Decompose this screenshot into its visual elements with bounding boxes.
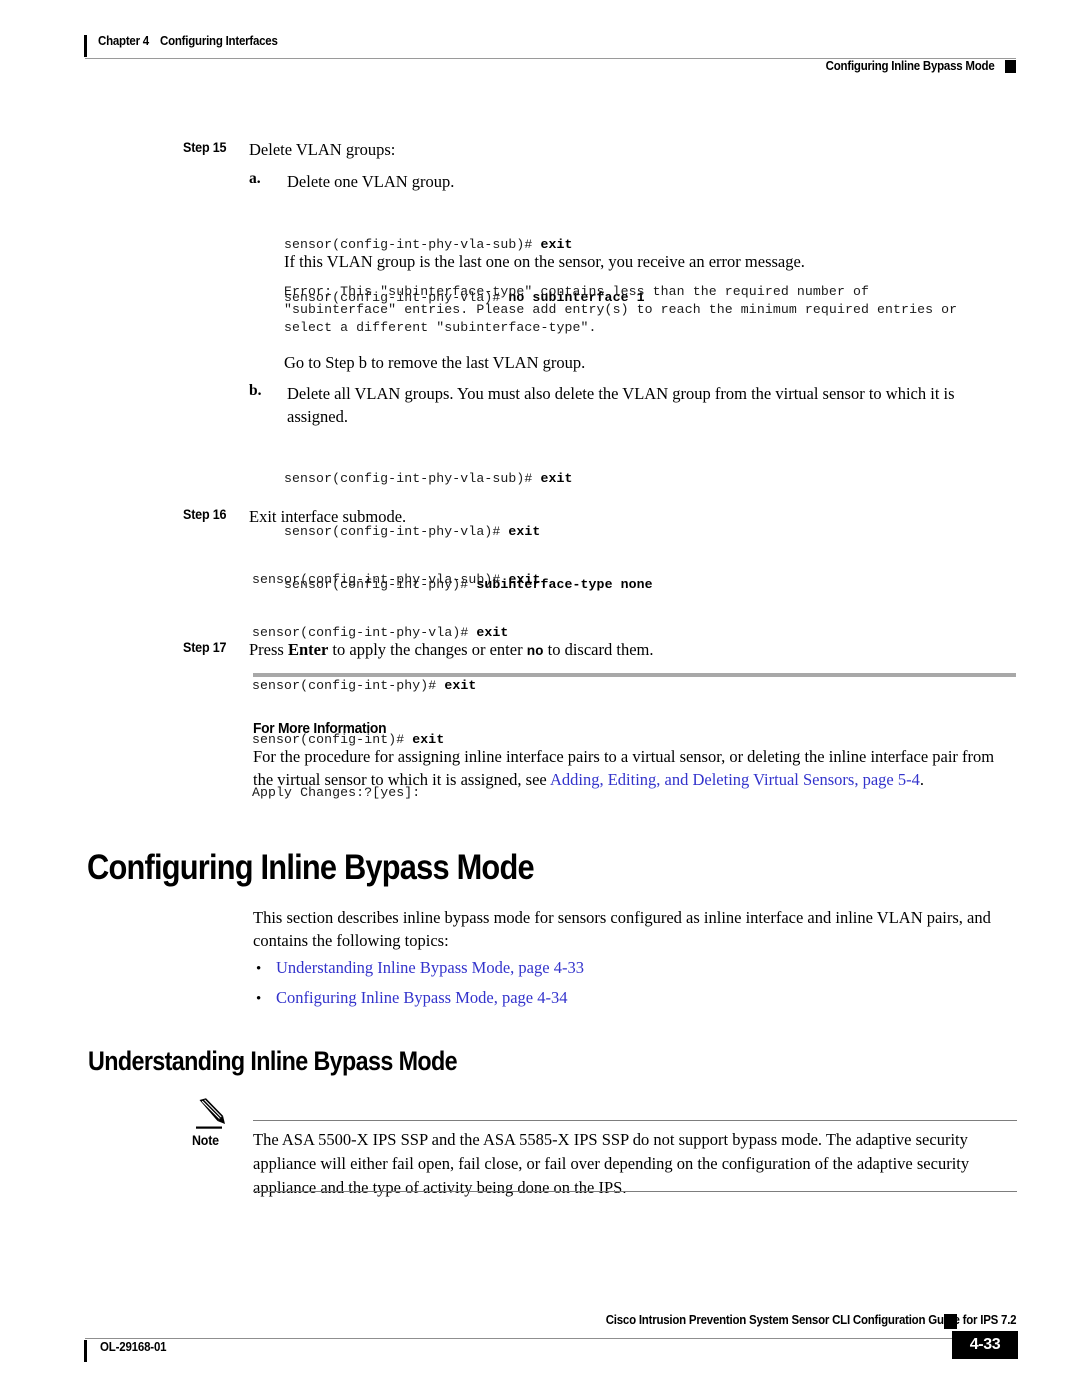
note-pencil-icon <box>196 1098 232 1130</box>
step-16-text: Exit interface submode. <box>249 507 407 526</box>
code-line: sensor(config-int-phy-vla-sub)# exit <box>284 470 653 488</box>
link-configuring-inline-bypass-mode[interactable]: Configuring Inline Bypass Mode, page 4-3… <box>276 988 567 1008</box>
step-15-label: Step 15 <box>183 140 227 155</box>
page-title-configuring-inline-bypass-mode: Configuring Inline Bypass Mode <box>87 848 535 887</box>
step-15b-label: b. <box>249 382 262 399</box>
bullet-icon: • <box>256 991 262 1007</box>
code-prompt: sensor(config-int-phy-vla-sub)# <box>252 571 509 587</box>
step-16-label: Step 16 <box>183 507 227 522</box>
footer-guide-title: Cisco Intrusion Prevention System Sensor… <box>0 1313 1016 1327</box>
step-15a-row: a. Delete one VLAN group. <box>249 170 889 193</box>
code-line: sensor(config-int-phy-vla-sub)# exit <box>252 571 541 589</box>
page-header: Chapter 4 Configuring Interfaces Configur… <box>84 34 1016 78</box>
header-marker-square-icon <box>1005 59 1016 73</box>
code-command: exit <box>540 470 573 486</box>
topic-list-item-2[interactable]: • Configuring Inline Bypass Mode, page 4… <box>256 988 956 1008</box>
section-intro-paragraph: This section describes inline bypass mod… <box>253 908 991 950</box>
step-15-text: Delete VLAN groups: <box>249 140 396 159</box>
note-body-text: The ASA 5500-X IPS SSP and the ASA 5585-… <box>253 1130 970 1197</box>
step-15-row: Step 15 Delete VLAN groups: <box>183 138 883 161</box>
header-change-bar <box>84 35 87 57</box>
for-more-information-heading: For More Information <box>253 720 387 737</box>
code-command: exit <box>444 678 477 694</box>
code-command: exit <box>508 571 541 587</box>
for-more-information-body: For the procedure for assigning inline i… <box>253 745 1017 791</box>
header-chapter-title: Configuring Interfaces <box>160 34 278 48</box>
footer-rule <box>85 1338 960 1339</box>
step-17-row: Step 17 Press Enter to apply the changes… <box>183 638 943 664</box>
step-15b-text: Delete all VLAN groups. You must also de… <box>287 384 955 426</box>
error-message-block: Error: This "subinterface-type" contains… <box>284 284 958 335</box>
link-adding-editing-deleting-virtual-sensors[interactable]: Adding, Editing, and Deleting Virtual Se… <box>550 770 920 789</box>
step-15a-label: a. <box>249 170 261 187</box>
footer-page-number: 4-33 <box>952 1331 1018 1359</box>
error-intro-paragraph: If this VLAN group is the last one on th… <box>284 252 805 271</box>
subsection-title-understanding-inline-bypass-mode: Understanding Inline Bypass Mode <box>88 1046 458 1076</box>
fmi-text-part2: . <box>919 770 924 789</box>
step-17-text: Press Enter to apply the changes or ente… <box>249 638 653 664</box>
footer-change-bar <box>84 1340 87 1362</box>
step-17-label: Step 17 <box>183 640 227 655</box>
note-label: Note <box>192 1133 219 1148</box>
step-17-text-part1: Press <box>249 640 288 659</box>
step-17-enter-keyword: Enter <box>287 640 329 659</box>
link-understanding-inline-bypass-mode[interactable]: Understanding Inline Bypass Mode, page 4… <box>276 958 584 978</box>
footer-marker-square-icon <box>944 1314 957 1329</box>
step-17-text-part3: to discard them. <box>543 640 654 659</box>
footer-document-id: OL-29168-01 <box>100 1340 167 1354</box>
code-prompt: sensor(config-int-phy-vla-sub)# <box>284 470 541 486</box>
code-prompt: sensor(config-int-phy)# <box>252 678 445 694</box>
step-17-text-part2: to apply the changes or enter <box>328 640 527 659</box>
code-line: sensor(config-int-phy)# exit <box>252 677 541 695</box>
topic-list-item-1[interactable]: • Understanding Inline Bypass Mode, page… <box>256 958 956 978</box>
step-15a-text: Delete one VLAN group. <box>287 172 455 191</box>
header-section-title: Configuring Inline Bypass Mode <box>825 59 994 73</box>
header-chapter: Chapter 4 Configuring Interfaces <box>98 34 278 48</box>
code-block-16: sensor(config-int-phy-vla-sub)# exit sen… <box>252 535 541 838</box>
step-17-no-keyword: no <box>526 644 544 660</box>
header-section-group: Configuring Inline Bypass Mode <box>811 59 1016 73</box>
note-bottom-rule <box>253 1191 1017 1192</box>
bullet-icon: • <box>256 961 262 977</box>
section-divider <box>253 673 1016 677</box>
step-16-row: Step 16 Exit interface submode. <box>183 505 883 528</box>
note-top-rule <box>253 1120 1017 1121</box>
header-chapter-number: Chapter 4 <box>98 34 149 48</box>
goto-step-b-paragraph: Go to Step b to remove the last VLAN gro… <box>284 353 586 372</box>
step-15b-row: b. Delete all VLAN groups. You must also… <box>249 382 1017 428</box>
